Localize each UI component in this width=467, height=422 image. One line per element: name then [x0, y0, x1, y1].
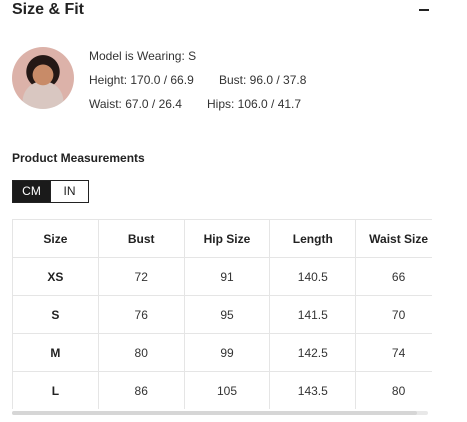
model-avatar [12, 47, 74, 109]
cell-hip-size: 95 [183, 295, 271, 334]
cell-hip-size: 91 [183, 257, 271, 296]
section-title: Size & Fit [12, 1, 85, 18]
cell-size: S [12, 295, 99, 334]
cell-bust: 86 [97, 371, 185, 409]
table-row: L 86 105 143.5 80 [12, 371, 432, 409]
cell-hip-size: 105 [183, 371, 271, 409]
cell-length: 140.5 [269, 257, 357, 296]
model-hips: Hips: 106.0 / 41.7 [207, 97, 302, 111]
model-wearing: Model is Wearing: S [89, 49, 197, 63]
cell-size: XS [12, 257, 99, 296]
model-waist: Waist: 67.0 / 26.4 [89, 97, 182, 111]
cell-length: 143.5 [269, 371, 357, 409]
cell-bust: 80 [97, 333, 185, 372]
header-bust: Bust [97, 219, 185, 258]
cell-size: M [12, 333, 99, 372]
table-header-row: Size Bust Hip Size Length Waist Size [12, 219, 432, 258]
table-row: S 76 95 141.5 70 [12, 295, 432, 334]
model-height: Height: 170.0 / 66.9 [89, 73, 194, 87]
product-measurements-title: Product Measurements [12, 151, 145, 165]
scrollbar-thumb[interactable] [12, 411, 417, 415]
cell-bust: 76 [97, 295, 185, 334]
model-bust: Bust: 96.0 / 37.8 [219, 73, 307, 87]
cell-bust: 72 [97, 257, 185, 296]
cell-length: 142.5 [269, 333, 357, 372]
model-info: Model is Wearing: S Height: 170.0 / 66.9… [12, 47, 432, 117]
cell-waist-size: 74 [355, 333, 432, 372]
header-hip-size: Hip Size [183, 219, 271, 258]
unit-in-button[interactable]: IN [51, 180, 89, 203]
cell-hip-size: 99 [183, 333, 271, 372]
collapse-minus-icon[interactable] [417, 2, 431, 16]
table-row: M 80 99 142.5 74 [12, 333, 432, 372]
size-fit-header: Size & Fit [12, 0, 432, 22]
cell-length: 141.5 [269, 295, 357, 334]
cell-size: L [12, 371, 99, 409]
horizontal-scrollbar[interactable] [12, 411, 428, 415]
cell-waist-size: 66 [355, 257, 432, 296]
table-row: XS 72 91 140.5 66 [12, 257, 432, 296]
measurements-table-container: Size Bust Hip Size Length Waist Size XS … [12, 219, 432, 409]
header-size: Size [12, 219, 99, 258]
unit-toggle: CM IN [12, 180, 89, 203]
measurements-table: Size Bust Hip Size Length Waist Size XS … [12, 219, 432, 409]
header-waist-size: Waist Size [355, 219, 432, 258]
unit-cm-button[interactable]: CM [12, 180, 51, 203]
cell-waist-size: 80 [355, 371, 432, 409]
cell-waist-size: 70 [355, 295, 432, 334]
header-length: Length [269, 219, 357, 258]
